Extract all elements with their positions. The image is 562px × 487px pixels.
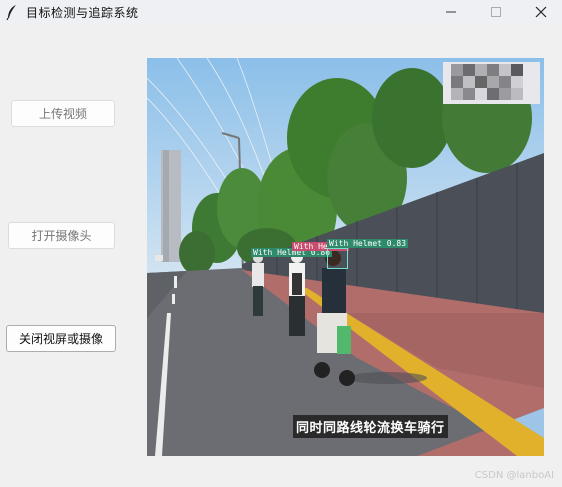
minimize-icon [446,11,456,13]
maximize-button[interactable] [473,0,519,24]
video-subtitle: 同时同路线轮流换车骑行 [293,415,448,438]
maximize-icon [491,7,501,17]
watermark: CSDN @lanboAI [474,470,554,481]
upload-video-button[interactable]: 上传视频 [11,100,115,127]
close-view-button[interactable]: 关闭视屏或摄像 [6,325,116,352]
close-button[interactable] [518,0,562,24]
window-title: 目标检测与追踪系统 [26,6,139,20]
video-frame: With Helmet 0.86 With Helmet With Helmet… [147,58,544,456]
feather-icon [6,5,16,20]
detection-box [327,248,348,269]
open-camera-button[interactable]: 打开摄像头 [8,222,115,249]
close-icon [535,6,547,18]
detection-label: With Helmet 0.83 [327,239,409,248]
title-bar: 目标检测与追踪系统 [0,0,562,24]
minimize-button[interactable] [428,0,474,24]
blur-mosaic [443,62,540,104]
